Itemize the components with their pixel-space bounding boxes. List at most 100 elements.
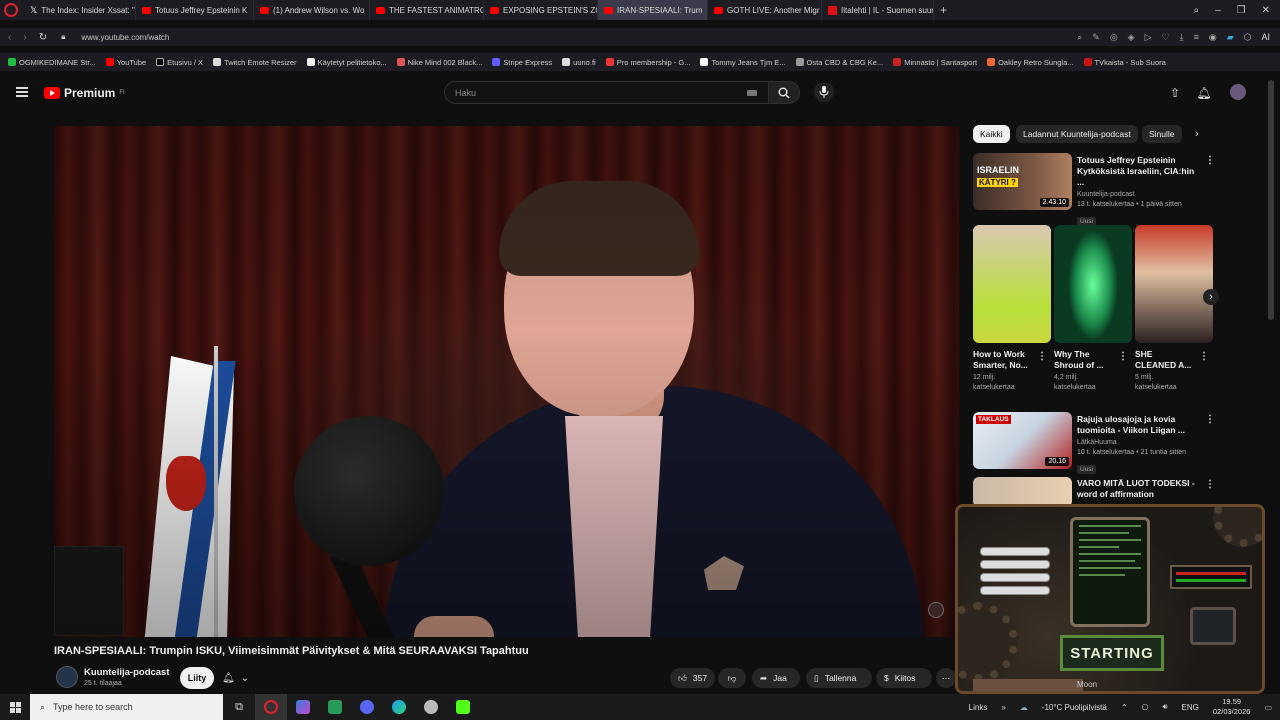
- hamburger-menu-icon[interactable]: [16, 87, 28, 97]
- more-options-icon[interactable]: ⋮: [1205, 414, 1215, 425]
- profile-icon[interactable]: ◉: [1209, 32, 1217, 43]
- bookmark[interactable]: Pro membership - G...: [605, 58, 690, 67]
- bookmark[interactable]: uuno.fi: [562, 58, 596, 67]
- ai-button[interactable]: AI: [1261, 32, 1270, 43]
- bookmark[interactable]: Twitch Emote Resizer: [213, 58, 297, 67]
- extension-icon[interactable]: ▰: [1227, 32, 1234, 43]
- search-icon[interactable]: ⌕: [1193, 5, 1199, 16]
- bookmark[interactable]: Nike Mind 002 Black...: [396, 58, 482, 67]
- maximize-icon[interactable]: ❐: [1237, 5, 1246, 16]
- bookmark[interactable]: Tommy Jeans Tjm E...: [700, 58, 786, 67]
- more-options-icon[interactable]: ⋮: [1037, 351, 1047, 362]
- page-scrollbar[interactable]: [1268, 80, 1274, 320]
- menu-icon[interactable]: ≡: [1194, 32, 1199, 43]
- related-video-thumbnail[interactable]: ISRAELIN KÄTYRI ? 2.43.10: [973, 153, 1072, 210]
- more-actions-button[interactable]: ⋯: [936, 668, 956, 688]
- notifications-bell-icon[interactable]: 🔔︎: [1196, 86, 1211, 100]
- volume-icon[interactable]: 🔊︎: [1163, 702, 1168, 712]
- short-thumbnail[interactable]: [973, 225, 1051, 343]
- voice-search-button[interactable]: [814, 82, 834, 102]
- taskbar-app-edge[interactable]: [383, 694, 415, 720]
- bookmark[interactable]: Osta CBD & CBG Ke...: [795, 58, 883, 67]
- more-options-icon[interactable]: ⋮: [1199, 351, 1209, 362]
- related-video-thumbnail[interactable]: [973, 477, 1072, 507]
- taskbar-app-opera[interactable]: [255, 694, 287, 720]
- browser-tab[interactable]: THE FASTEST ANIMATRON: [370, 0, 484, 20]
- taskbar-search[interactable]: ⌕ Type here to search: [30, 694, 223, 720]
- chip-uploaded-by-channel[interactable]: Ladannut Kuuntelija-podcast: [1016, 125, 1138, 143]
- dislike-button[interactable]: 👎︎: [718, 668, 746, 688]
- like-button[interactable]: 👍︎ 357: [670, 668, 715, 688]
- browser-tab-active[interactable]: IRAN-SPESIAALI: Trum: [598, 0, 708, 20]
- related-video-thumbnail[interactable]: TAKLAUS 20.16: [973, 412, 1072, 469]
- url-field[interactable]: www.youtube.com/watch: [81, 33, 169, 42]
- subscription-bell-button[interactable]: 🔔︎ ⌄: [222, 668, 249, 688]
- play-icon[interactable]: ▷: [1145, 32, 1152, 43]
- forward-icon[interactable]: ›: [23, 32, 26, 43]
- reload-icon[interactable]: ↻: [39, 32, 47, 43]
- related-video-info[interactable]: VARO MITÄ LUOT TODEKSI - word of affirma…: [1077, 478, 1203, 500]
- browser-tab[interactable]: GOTH LIVE: Another Migr: [708, 0, 822, 20]
- bookmark[interactable]: Etusivu / X: [156, 58, 203, 67]
- back-icon[interactable]: ‹: [8, 32, 11, 43]
- bookmark[interactable]: Käytetyt pelitietoko...: [306, 58, 387, 67]
- save-button[interactable]: ▯ Tallenna: [806, 668, 872, 688]
- heart-icon[interactable]: ♡: [1162, 32, 1170, 43]
- download-icon[interactable]: ⤓: [1180, 32, 1184, 43]
- shorts-next-button[interactable]: ›: [1203, 289, 1219, 305]
- new-tab-button[interactable]: +: [934, 3, 953, 17]
- bookmark[interactable]: Minnasto | Santasport: [893, 58, 977, 67]
- opera-logo-icon[interactable]: [4, 3, 18, 17]
- short-info[interactable]: How to Work Smarter, No... 12 milj. kats…: [973, 349, 1039, 393]
- notifications-icon[interactable]: ▭: [1264, 703, 1272, 712]
- join-button[interactable]: Liity: [180, 667, 214, 689]
- bookmark[interactable]: OGMIKEDIMANE Str...: [8, 58, 96, 67]
- search-button[interactable]: [768, 81, 800, 104]
- camera-icon[interactable]: ◎: [1110, 32, 1118, 43]
- channel-watermark-icon[interactable]: [928, 602, 944, 618]
- minimize-icon[interactable]: –: [1215, 5, 1221, 16]
- edit-icon[interactable]: ✎: [1092, 32, 1100, 43]
- taskbar-app[interactable]: [415, 694, 447, 720]
- short-thumbnail[interactable]: [1054, 225, 1132, 343]
- bookmark[interactable]: Stripe Express: [492, 58, 552, 67]
- weather-text[interactable]: -10°C Puolipilvistä: [1042, 703, 1107, 712]
- thanks-button[interactable]: $ Kiitos: [876, 668, 932, 688]
- lens-icon[interactable]: ⌕: [1077, 32, 1082, 43]
- shield-icon[interactable]: ◈: [1128, 32, 1135, 43]
- search-input[interactable]: Haku: [444, 81, 769, 104]
- bookmark[interactable]: Oakley Retro Sungla...: [987, 58, 1074, 67]
- more-options-icon[interactable]: ⋮: [1118, 351, 1128, 362]
- links-toolbar[interactable]: Links: [969, 703, 988, 712]
- bookmark[interactable]: YouTube: [105, 58, 146, 67]
- browser-tab[interactable]: Iltalehti | IL - Suomen suur: [822, 0, 934, 20]
- share-button[interactable]: ➦ Jaa: [752, 668, 800, 688]
- more-options-icon[interactable]: ⋮: [1205, 155, 1215, 166]
- browser-tab[interactable]: 𝕏 The Index: Insider Xssat: "S: [24, 0, 136, 20]
- upload-icon[interactable]: ⇧: [1168, 86, 1182, 100]
- browser-tab[interactable]: (1) Andrew Wilson vs. Wo: [254, 0, 370, 20]
- taskbar-app-discord[interactable]: [351, 694, 383, 720]
- browser-tab[interactable]: Totuus Jeffrey Epsteinin K: [136, 0, 254, 20]
- browser-tab[interactable]: EXPOSING EPSTEIN'S ZOR: [484, 0, 598, 20]
- bookmark[interactable]: TVkaista - Sub Suora: [1083, 58, 1166, 67]
- language-indicator[interactable]: ENG: [1182, 703, 1199, 712]
- youtube-premium-logo[interactable]: Premium FI: [44, 86, 125, 100]
- task-view-button[interactable]: ⧉: [223, 694, 255, 720]
- clock[interactable]: 19.59 02/03/2026: [1213, 697, 1251, 717]
- short-info[interactable]: Why The Shroud of ... 4,2 milj. katseluk…: [1054, 349, 1120, 393]
- user-avatar[interactable]: [1230, 84, 1246, 100]
- short-thumbnail[interactable]: [1135, 225, 1213, 343]
- keyboard-icon[interactable]: [747, 90, 757, 96]
- tray-overflow-icon[interactable]: ⌃: [1121, 703, 1128, 712]
- chip-all[interactable]: Kaikki: [973, 125, 1010, 143]
- start-button[interactable]: [0, 694, 30, 720]
- short-info[interactable]: SHE CLEANED A... 5 milj. katselukertaa: [1135, 349, 1201, 393]
- cube-icon[interactable]: ⬡: [1244, 32, 1252, 43]
- channel-avatar[interactable]: [56, 666, 78, 688]
- taskbar-app[interactable]: [319, 694, 351, 720]
- more-options-icon[interactable]: ⋮: [1205, 479, 1215, 490]
- taskbar-app[interactable]: [447, 694, 479, 720]
- taskbar-app[interactable]: [287, 694, 319, 720]
- network-icon[interactable]: ⎔: [1142, 703, 1149, 712]
